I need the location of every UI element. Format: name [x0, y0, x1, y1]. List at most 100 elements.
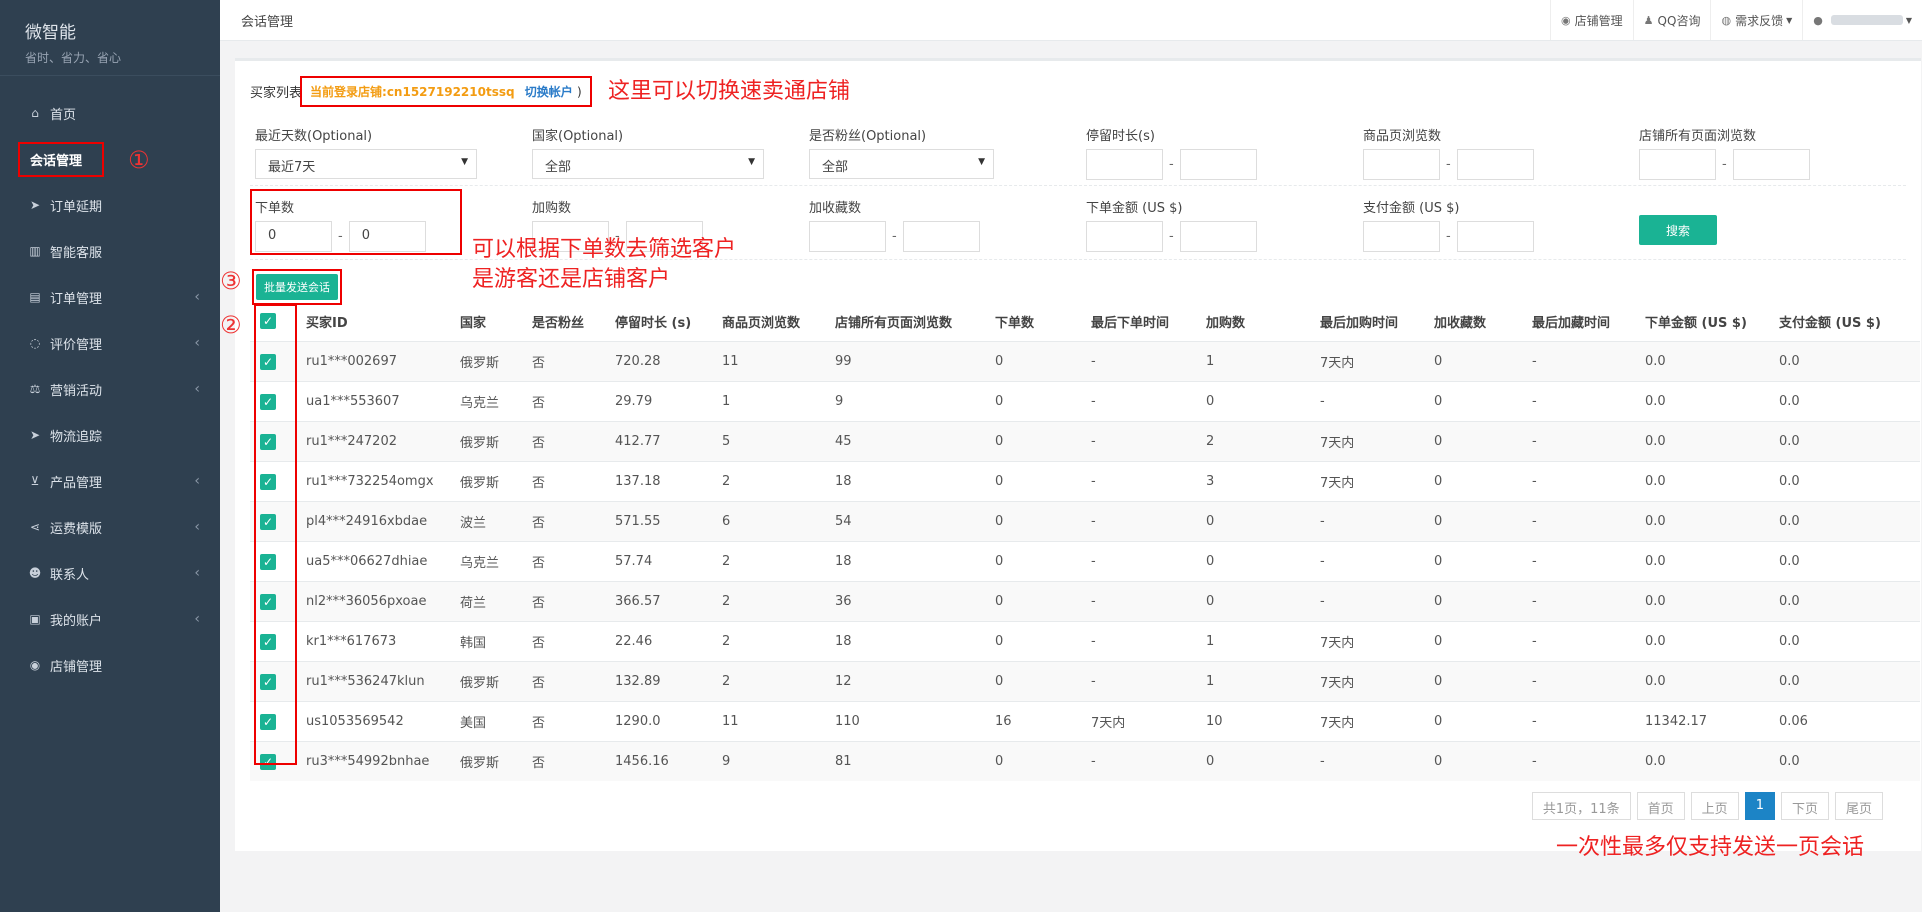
- column-header[interactable]: 买家ID: [306, 301, 460, 342]
- main-panel: 买家列表 当前登录店铺:cn1527192210tssq 切换帐户 ) 这里可以…: [220, 58, 1921, 851]
- product-views-min-input[interactable]: [1363, 149, 1440, 180]
- sidebar-item-3[interactable]: ▥ 智能客服: [0, 228, 220, 274]
- top-links: ◉ 店铺管理 ♟ QQ咨询 ◍ 需求反馈 ▼ ● ▼: [1550, 0, 1922, 40]
- column-header[interactable]: 国家: [460, 301, 532, 342]
- column-header[interactable]: 店铺所有页面浏览数: [835, 301, 995, 342]
- sidebar-item-10[interactable]: ☻ 联系人 ‹: [0, 550, 220, 596]
- stay-max-input[interactable]: [1179, 149, 1257, 180]
- column-header[interactable]: 是否粉丝: [532, 301, 615, 342]
- column-header[interactable]: 下单数: [995, 301, 1091, 342]
- table-cell: 0.0: [1779, 621, 1920, 662]
- fav-max-input[interactable]: [902, 221, 980, 252]
- user-name-blurred: [1830, 15, 1903, 25]
- table-cell: 11: [722, 341, 835, 382]
- column-header[interactable]: 最后下单时间: [1091, 301, 1206, 342]
- batch-send-button[interactable]: 批量发送会话: [256, 274, 338, 300]
- fan-select[interactable]: 全部 ▼: [809, 149, 994, 179]
- table-cell: ru1***002697: [306, 341, 460, 382]
- table-row: ✓ pl4***24916xbdae 波兰否 571.55 6 54 0-0-0-0.0 0.…: [250, 501, 1920, 542]
- filter-all-views: 店铺所有页面浏览数 -: [1639, 125, 1810, 180]
- column-header[interactable]: 支付金额 (US $): [1779, 301, 1920, 342]
- pager-prev[interactable]: 上页: [1690, 792, 1739, 820]
- table-cell: 2: [722, 581, 835, 622]
- table-cell: -: [1532, 741, 1645, 781]
- filter-country: 国家(Optional) 全部 ▼: [532, 125, 764, 179]
- paper-plane-icon: ➤: [29, 198, 41, 212]
- column-header[interactable]: 加收藏数: [1434, 301, 1532, 342]
- table-cell: 否: [532, 461, 615, 502]
- table-cell: ua5***06627dhiae: [306, 541, 460, 582]
- chevron-left-icon: ‹: [194, 611, 200, 627]
- table-cell: 110: [835, 701, 995, 742]
- table-cell: 720.28: [615, 341, 722, 382]
- pager-first[interactable]: 首页: [1636, 792, 1685, 820]
- table-cell: 7天内: [1320, 621, 1434, 662]
- paid-amount-max-input[interactable]: [1456, 221, 1534, 252]
- stay-min-input[interactable]: [1086, 149, 1163, 180]
- sidebar-item-5[interactable]: ◌ 评价管理 ‹: [0, 320, 220, 366]
- top-link-shop[interactable]: ◉ 店铺管理: [1550, 0, 1633, 40]
- sidebar-item-4[interactable]: ▤ 订单管理 ‹: [0, 274, 220, 320]
- table-cell: 0: [995, 501, 1091, 542]
- filter-paid-amount-label: 支付金额 (US $): [1363, 201, 1460, 216]
- table-cell: 2: [1206, 421, 1320, 462]
- column-header[interactable]: 最后加购时间: [1320, 301, 1434, 342]
- table-cell: -: [1091, 461, 1206, 502]
- orders-min-input[interactable]: 0: [255, 221, 332, 252]
- switch-account-link[interactable]: 切换帐户: [525, 85, 573, 99]
- table-cell: 81: [835, 741, 995, 781]
- sidebar-item-8[interactable]: ⊻ 产品管理 ‹: [0, 458, 220, 504]
- table-cell: 18: [835, 461, 995, 502]
- pager-last[interactable]: 尾页: [1834, 792, 1883, 820]
- fav-min-input[interactable]: [809, 221, 886, 252]
- table-cell: 0: [995, 621, 1091, 662]
- caret-down-icon: ▼: [748, 157, 755, 167]
- table-cell: 2: [722, 541, 835, 582]
- table-cell: 0: [1206, 581, 1320, 622]
- country-select[interactable]: 全部 ▼: [532, 149, 764, 179]
- column-header[interactable]: 停留时长 (s): [615, 301, 722, 342]
- days-select[interactable]: 最近7天 ▼: [255, 149, 477, 179]
- sidebar-item-12[interactable]: ◉ 店铺管理: [0, 642, 220, 688]
- column-header[interactable]: 加购数: [1206, 301, 1320, 342]
- chevron-left-icon: ‹: [194, 381, 200, 397]
- table-cell: 否: [532, 661, 615, 702]
- table-cell: 18: [835, 621, 995, 662]
- pager-current[interactable]: 1: [1744, 792, 1775, 820]
- user-menu[interactable]: ● ▼: [1802, 0, 1922, 40]
- top-link-qq[interactable]: ♟ QQ咨询: [1632, 0, 1711, 40]
- pager-next[interactable]: 下页: [1780, 792, 1829, 820]
- column-header[interactable]: 下单金额 (US $): [1645, 301, 1779, 342]
- order-amount-max-input[interactable]: [1179, 221, 1257, 252]
- top-link-feedback[interactable]: ◍ 需求反馈 ▼: [1710, 0, 1802, 40]
- order-amount-min-input[interactable]: [1086, 221, 1163, 252]
- paid-amount-min-input[interactable]: [1363, 221, 1440, 252]
- product-views-max-input[interactable]: [1456, 149, 1534, 180]
- filter-paid-amount: 支付金额 (US $) -: [1363, 197, 1534, 252]
- sidebar-item-0[interactable]: ⌂ 首页: [0, 90, 220, 136]
- table-row: ✓ kr1***617673 韩国否 22.46 2 18 0-1 7天内 0-0.0 0.0: [250, 621, 1920, 662]
- sidebar-item-1[interactable]: 会话管理: [0, 136, 220, 182]
- filter-orders: 下单数 0- 0: [255, 197, 426, 252]
- sidebar-item-9[interactable]: ⋖ 运费模版 ‹: [0, 504, 220, 550]
- table-cell: 137.18: [615, 461, 722, 502]
- table-cell: 0: [1434, 381, 1532, 422]
- orders-max-input[interactable]: 0: [348, 221, 426, 252]
- table-cell: 乌克兰: [460, 541, 532, 582]
- table-cell: 否: [532, 621, 615, 662]
- sidebar-item-6[interactable]: ⚖ 营销活动 ‹: [0, 366, 220, 412]
- buyer-list-title: 买家列表: [250, 86, 303, 101]
- all-views-min-input[interactable]: [1639, 149, 1716, 180]
- paper-plane-icon: ➤: [29, 428, 41, 442]
- table-cell: 7天内: [1091, 701, 1206, 742]
- column-header[interactable]: 商品页浏览数: [722, 301, 835, 342]
- sidebar-item-11[interactable]: ▣ 我的账户 ‹: [0, 596, 220, 642]
- column-header[interactable]: 最后加藏时间: [1532, 301, 1645, 342]
- table-cell: -: [1532, 381, 1645, 422]
- qq-icon: ♟: [1643, 13, 1654, 27]
- all-views-max-input[interactable]: [1732, 149, 1810, 180]
- sidebar-item-7[interactable]: ➤ 物流追踪: [0, 412, 220, 458]
- sidebar-item-2[interactable]: ➤ 订单延期: [0, 182, 220, 228]
- search-button[interactable]: 搜索: [1639, 215, 1717, 245]
- close-paren: ): [576, 85, 582, 99]
